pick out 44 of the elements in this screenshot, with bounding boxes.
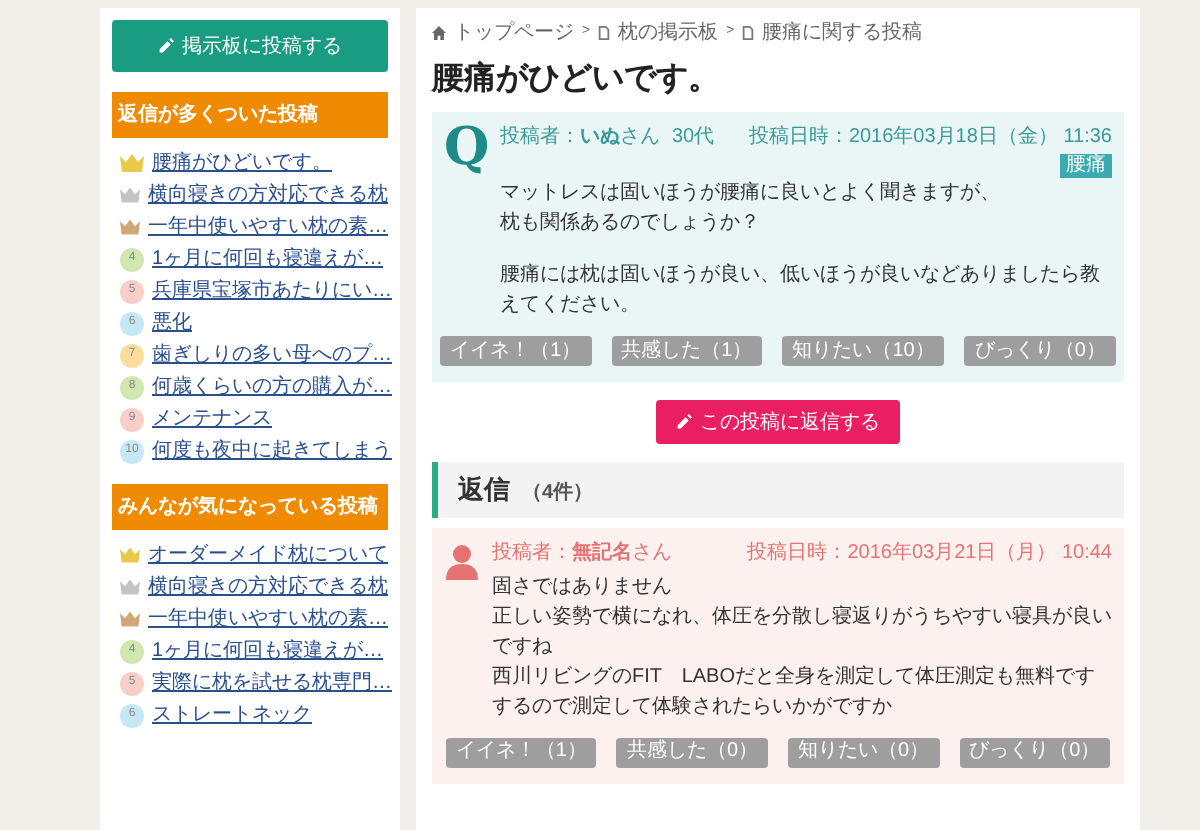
author-line: 投稿者：無記名さん: [492, 539, 672, 567]
breadcrumb-link[interactable]: 腰痛に関する投稿: [762, 17, 923, 47]
breadcrumb-link[interactable]: 枕の掲示板: [618, 17, 719, 47]
post-link[interactable]: 横向寝きの方対応できる枕: [148, 577, 388, 597]
post-link[interactable]: 一年中使いやすい枕の素…: [148, 217, 388, 237]
person-icon: [444, 543, 480, 579]
post-link[interactable]: 何度も夜中に起きてしまう: [152, 441, 392, 461]
page-icon: [598, 25, 611, 39]
section-heading: 返信が多くついた投稿: [112, 92, 388, 138]
author-age: 30代: [672, 124, 715, 152]
post-link[interactable]: 横向寝きの方対応できる枕: [148, 185, 388, 205]
page-icon: [742, 25, 755, 39]
post-link[interactable]: 1ヶ月に何回も寝違えが…: [152, 641, 384, 661]
post-link[interactable]: 兵庫県宝塚市あたりにい…: [152, 281, 392, 301]
post-date: 投稿日時：2016年03月21日（月） 10:44: [747, 539, 1112, 567]
q-mark: Q: [444, 122, 488, 174]
post-title: 腰痛がひどいです。: [432, 58, 722, 100]
post-link[interactable]: 一年中使いやすい枕の素…: [148, 609, 388, 629]
question-text: 枕も関係あるのでしょうか？: [500, 209, 762, 238]
section-heading: みんなが気になっている投稿: [112, 484, 388, 530]
post-link[interactable]: 悪化: [152, 313, 192, 333]
breadcrumb-link[interactable]: トップページ: [454, 17, 574, 47]
post-link[interactable]: メンテナンス: [152, 409, 272, 429]
reply-text: 西川リビングのFIT LABOだと全身を測定して体圧測定も無料ですするので測定して体験されたらいかがですか: [492, 663, 1097, 721]
home-icon: [432, 25, 446, 39]
post-link[interactable]: 1ヶ月に何回も寝違えが…: [152, 249, 384, 269]
pencil-icon: [676, 414, 692, 430]
post-link[interactable]: 腰痛がひどいです。: [152, 153, 332, 173]
question-text: 腰痛には枕は固いほうが良い、低いほうが良いなどありましたら教えてください。: [500, 261, 1102, 320]
reply-count: （4件）: [522, 479, 594, 508]
reply-button[interactable]: この投稿に返信する: [656, 400, 900, 444]
pencil-icon: [158, 38, 174, 54]
post-date: 投稿日時：2016年03月18日（金） 11:36: [748, 123, 1112, 152]
reply-text: 正しい姿勢で横になれ、体圧を分散し寝返りがうちやすい寝具が良いですね: [492, 603, 1112, 661]
post-link[interactable]: オーダーメイド枕について: [148, 545, 388, 565]
question-text: マットレスは固いほうが腰痛に良いとよく聞きますが、: [500, 179, 1002, 208]
post-link[interactable]: 実際に枕を試せる枕専門…: [152, 673, 392, 693]
post-link[interactable]: 何歳くらいの方の購入が…: [152, 377, 392, 397]
post-link[interactable]: 歯ぎしりの多い母へのプ…: [152, 345, 392, 365]
reply-text: 固さではありません: [492, 573, 674, 601]
replies-title: 返信: [458, 472, 510, 508]
author-line: 投稿者：いぬさん: [500, 123, 660, 152]
category-tag: 腰痛: [1060, 154, 1112, 178]
post-link[interactable]: ストレートネック: [152, 705, 312, 725]
